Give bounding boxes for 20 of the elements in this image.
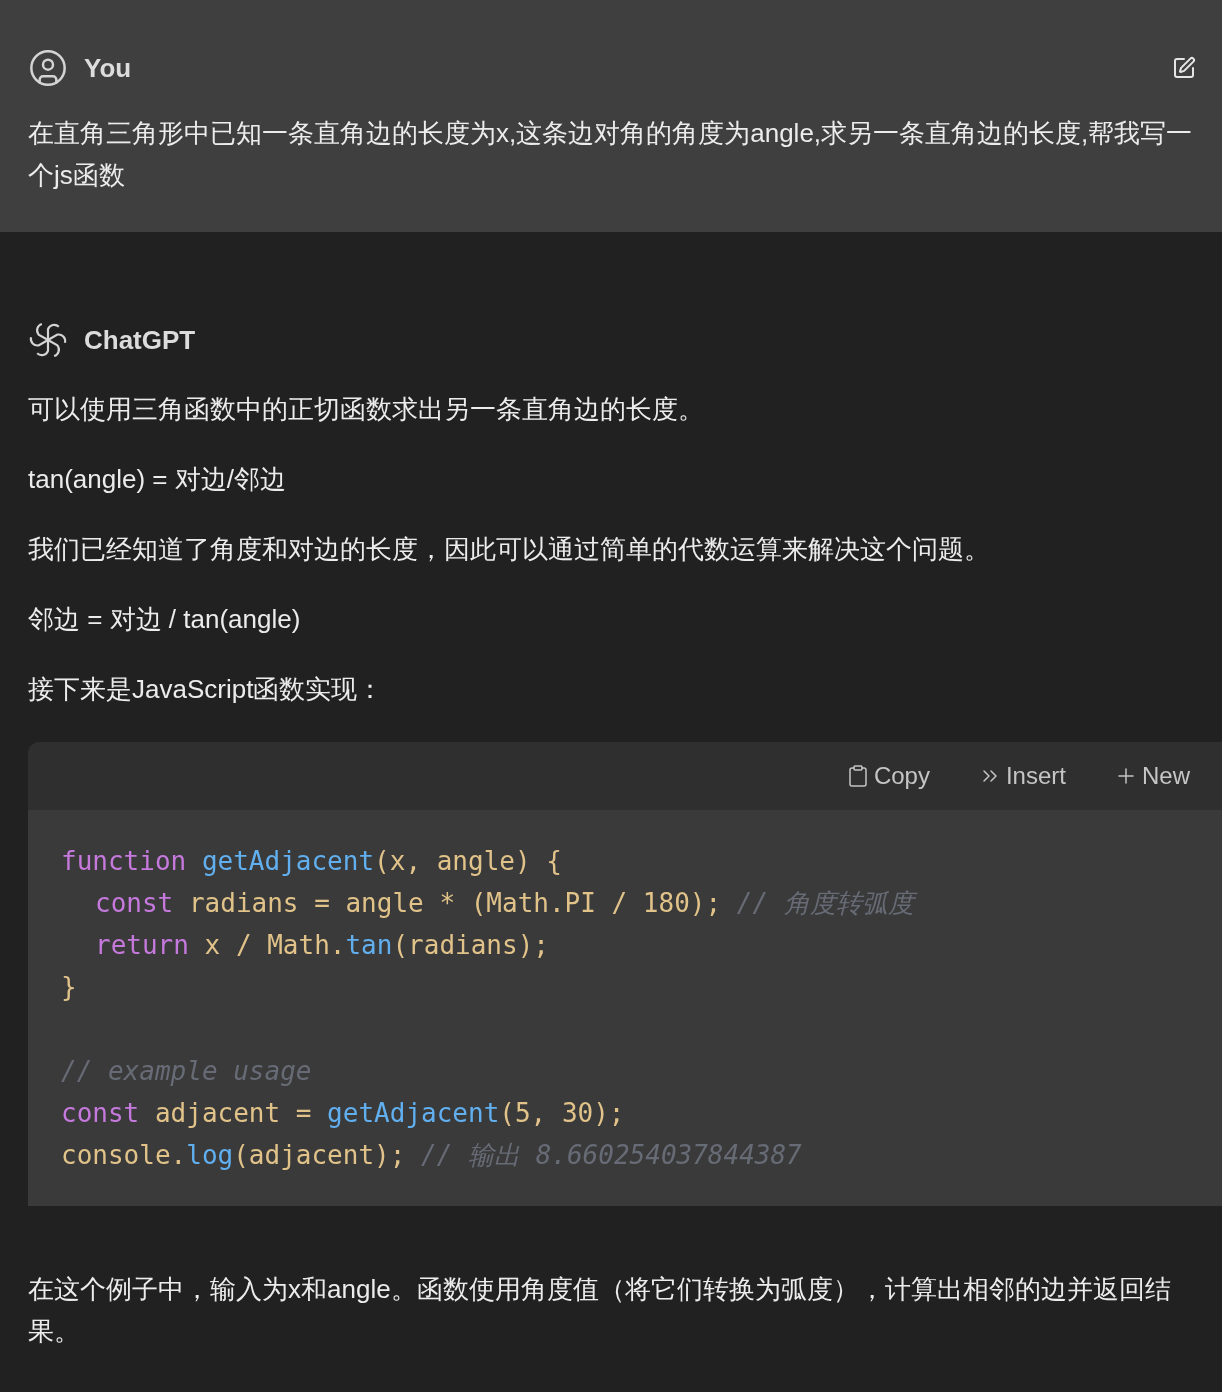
edit-icon [1172,56,1196,80]
message-paragraph: 在这个例子中，输入为x和angle。函数使用角度值（将它们转换为弧度），计算出相邻的边并返回结果。 [28,1273,1172,1348]
message-paragraph: 可以使用三角函数中的正切函数求出另一条直角边的长度。 [28,393,705,426]
author-name: You [84,51,132,85]
code-line: const adjacent = getAdjacent(5, 30); [61,1097,625,1130]
code-line: // example usage [61,1055,312,1088]
message-paragraph: tan(angle) = 对边/邻边 [28,463,287,496]
message-paragraph: 邻边 = 对边 / tan(angle) [28,603,302,636]
user-avatar-icon [28,48,68,88]
message-paragraph: 我们已经知道了角度和对边的长度，因此可以通过简单的代数运算来解决这个问题。 [28,533,991,566]
code-action-button[interactable]: Copy [845,758,930,794]
code-line: function getAdjacent(x, angle) { [61,845,562,878]
code-line: console.log(adjacent); // 输出 8.660254037844387 [61,1139,802,1172]
code-line: } [61,971,77,1004]
user-message-text: 在直角三角形中已知一条直角边的长度为x,这条边对角的角度为angle,求另一条直角边的长度,帮我写一个js函数 [28,117,1194,192]
code-line: return x / Math.tan(radians); [95,929,549,962]
message-paragraph: 接下来是JavaScript函数实现： [28,673,385,706]
code-action-button[interactable]: New [1114,758,1190,794]
code-action-button[interactable]: Insert [977,758,1066,794]
author-name: ChatGPT [84,323,196,357]
